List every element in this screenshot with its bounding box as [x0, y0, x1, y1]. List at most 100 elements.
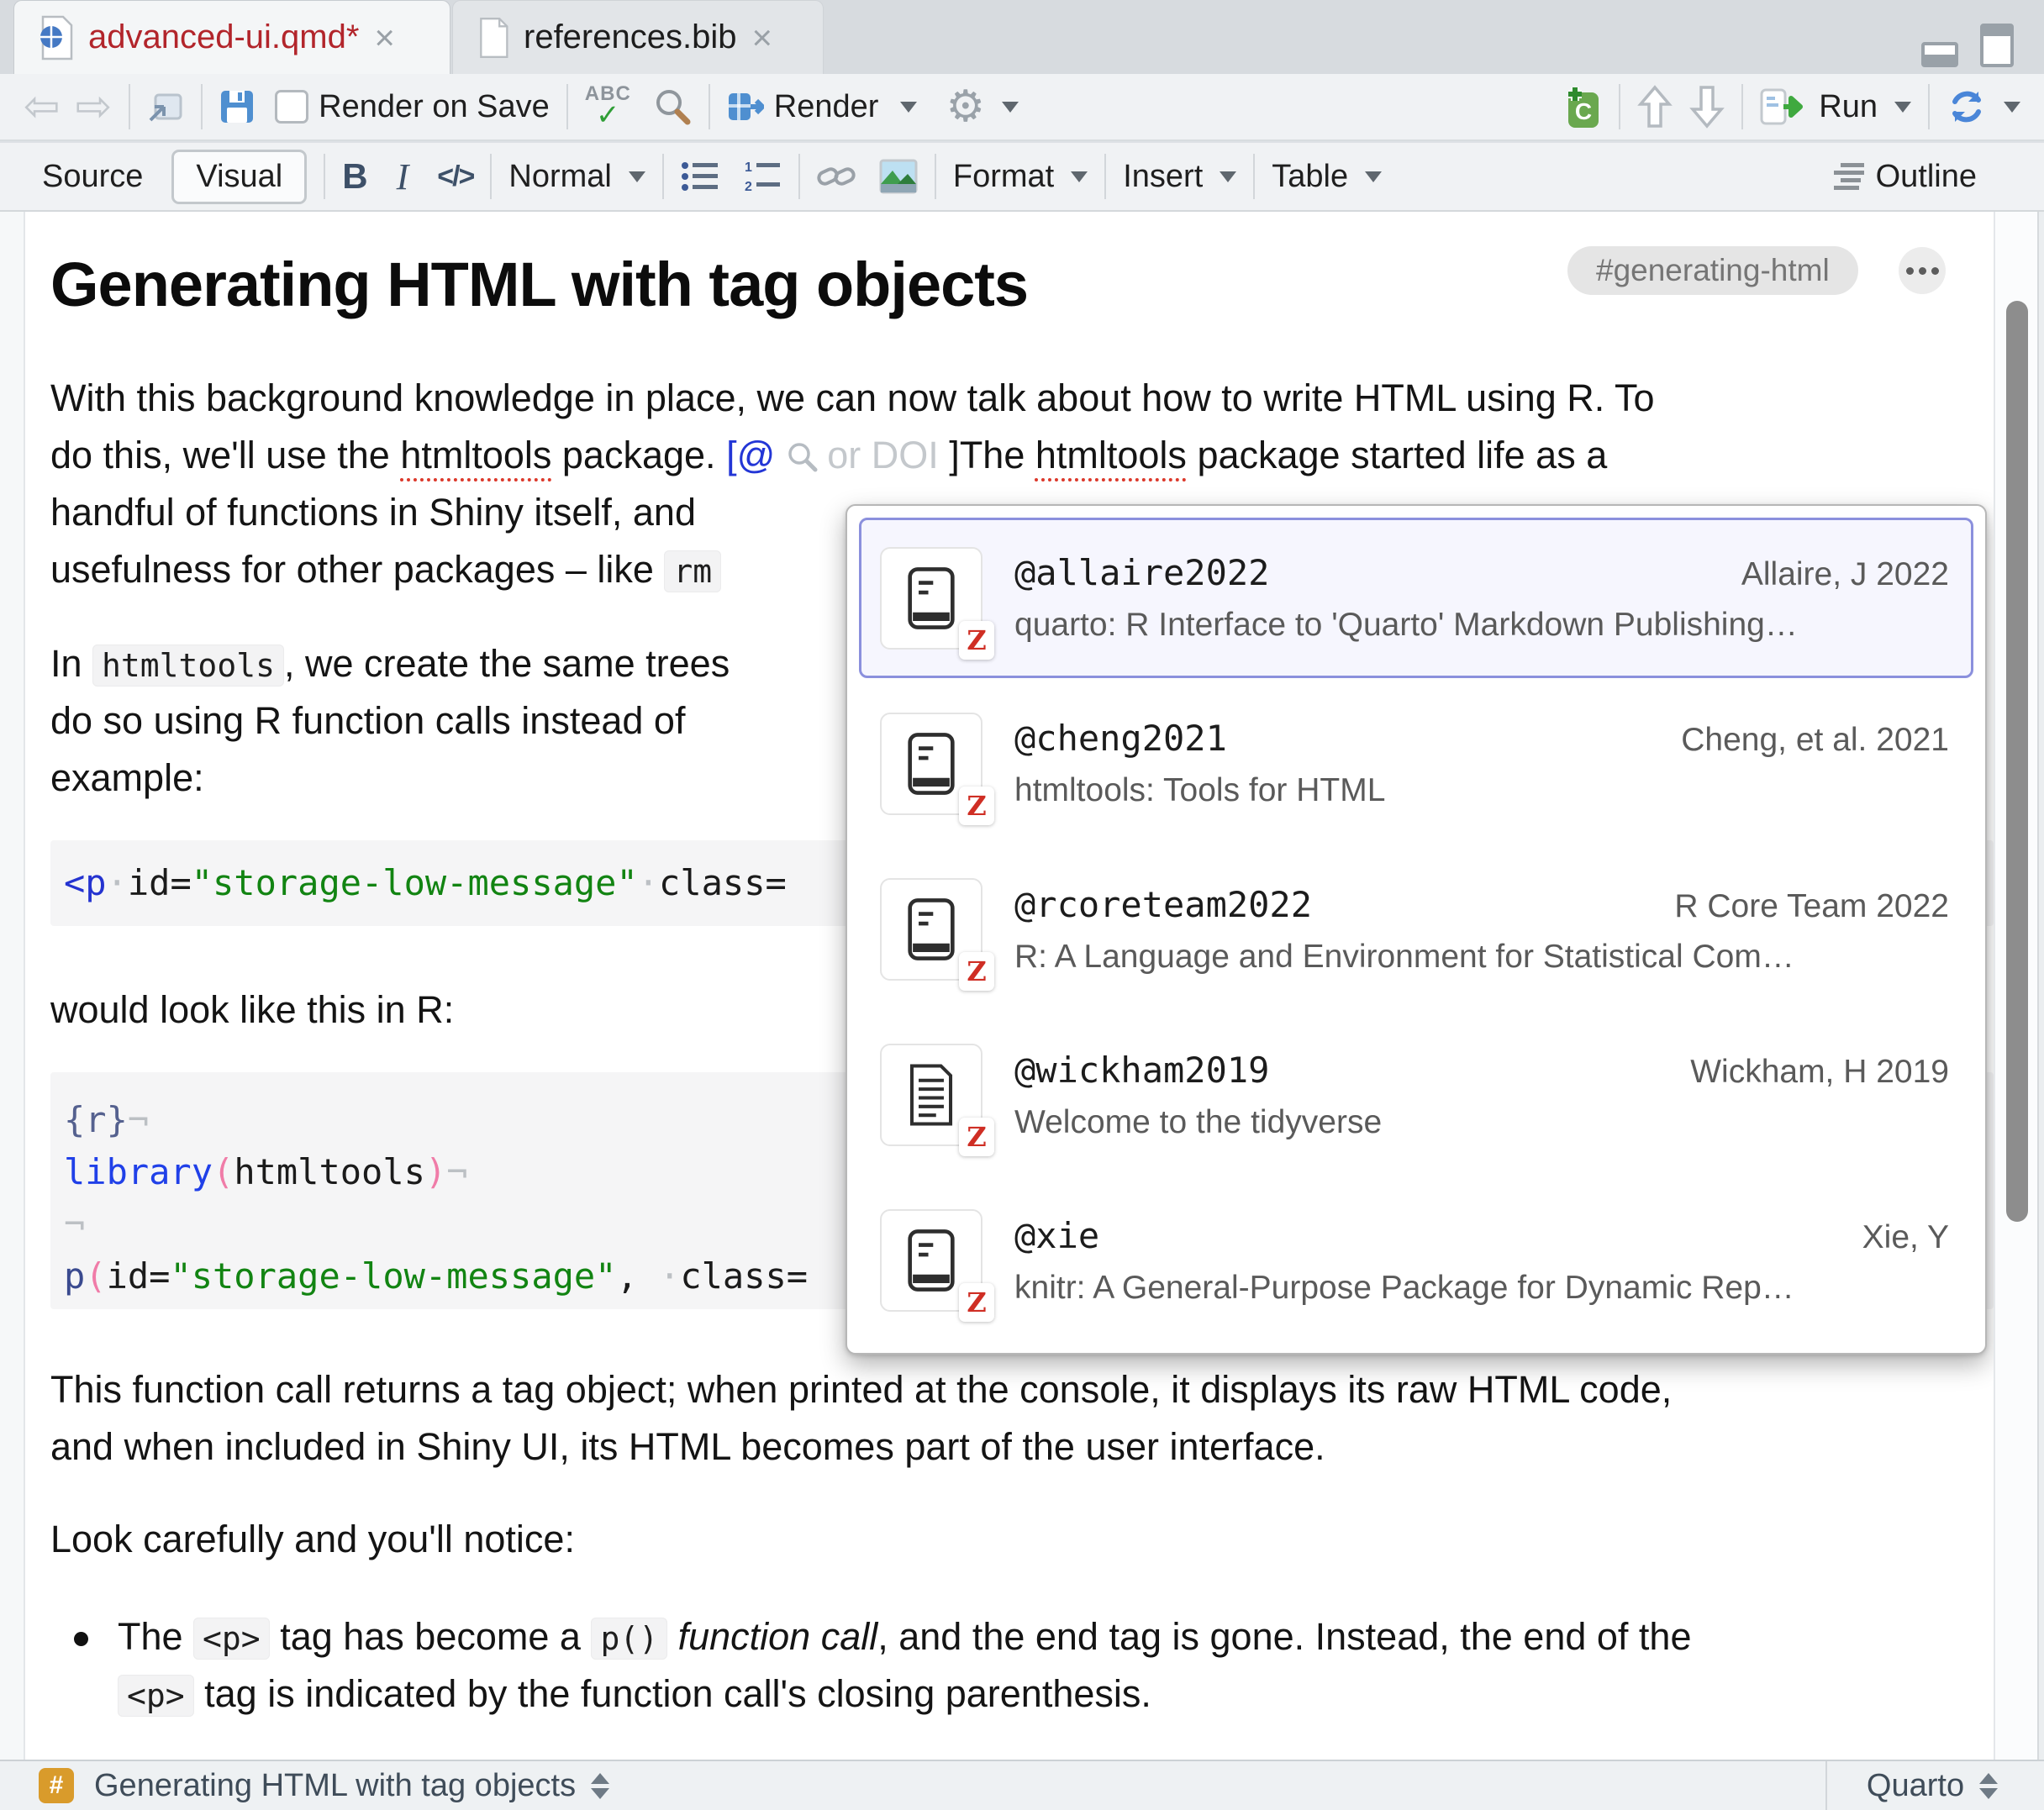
- inline-code: <p>: [118, 1675, 194, 1717]
- tab-advanced-ui-qmd[interactable]: advanced-ui.qmd* ×: [13, 0, 450, 74]
- rerun-button[interactable]: [1947, 87, 2020, 127]
- run-caret: [1894, 102, 1911, 113]
- citation-open-bracket[interactable]: [@: [726, 434, 775, 476]
- citation-author: Xie, Y: [1862, 1219, 1949, 1256]
- book-icon: Z: [880, 547, 982, 650]
- numbered-list-button[interactable]: 1 2: [743, 160, 782, 193]
- editor-canvas[interactable]: Generating HTML with tag objects #genera…: [0, 212, 2044, 1760]
- citation-key: @rcoreteam2022: [1014, 884, 1312, 925]
- editor-status-bar: # Generating HTML with tag objects Quart…: [0, 1760, 2044, 1810]
- citation-author: Allaire, J 2022: [1741, 556, 1949, 593]
- citation-entry-cheng2021[interactable]: Z @cheng2021Cheng, et al. 2021 htmltools…: [859, 683, 1973, 844]
- paragraph-line: handful of functions in Shiny itself, an…: [50, 491, 696, 534]
- section-selector-updown-icon[interactable]: [591, 1773, 609, 1799]
- tab-references-bib[interactable]: references.bib ×: [452, 0, 824, 74]
- outline-toggle[interactable]: Outline: [1832, 159, 1977, 195]
- save-button[interactable]: [219, 89, 255, 124]
- quarto-file-icon: [36, 15, 75, 61]
- open-in-new-window-button[interactable]: [147, 90, 184, 124]
- format-caret: [1071, 171, 1088, 182]
- maximize-pane-icon[interactable]: [1980, 24, 2014, 67]
- popout-window-icon: [147, 90, 184, 124]
- forward-button[interactable]: ⇨: [76, 85, 113, 129]
- inline-code: <p>: [193, 1618, 270, 1660]
- page-title: Generating HTML with tag objects: [50, 249, 1028, 320]
- save-disk-icon: [219, 89, 255, 124]
- visual-editor-toolbar: Source Visual B I </> Normal 1 2: [0, 143, 2044, 212]
- vertical-scrollbar[interactable]: [1994, 212, 2039, 1760]
- paragraph-line: In htmltools, we create the same trees: [50, 642, 730, 686]
- book-icon: Z: [880, 878, 982, 981]
- bullet-list-icon: [681, 160, 719, 193]
- settings-button[interactable]: ⚙: [946, 85, 1019, 129]
- separator: [1619, 84, 1620, 129]
- svg-text:C: C: [1575, 98, 1592, 124]
- render-on-save-checkbox[interactable]: Render on Save: [275, 89, 550, 125]
- bullet-list-button[interactable]: [681, 160, 719, 193]
- paragraph-line: This function call returns a tag object;…: [50, 1368, 1672, 1412]
- citation-author: R Core Team 2022: [1674, 888, 1949, 925]
- zotero-icon: Z: [959, 1118, 994, 1156]
- citation-title: quarto: R Interface to 'Quarto' Markdown…: [1014, 607, 1949, 644]
- misspelled-word: htmltools: [1035, 434, 1187, 476]
- down-arrow-icon: [1689, 84, 1725, 129]
- book-icon: Z: [880, 1209, 982, 1312]
- paragraph-line: and when included in Shiny UI, its HTML …: [50, 1425, 1325, 1469]
- insert-chunk-button[interactable]: C: [1558, 84, 1602, 129]
- source-mode-button[interactable]: Source: [34, 152, 151, 202]
- image-icon: [879, 159, 918, 194]
- close-icon[interactable]: ×: [750, 20, 774, 55]
- paragraph-line: Look carefully and you'll notice:: [50, 1518, 575, 1561]
- separator: [324, 154, 325, 199]
- citation-entry-xie[interactable]: Z @xieXie, Y knitr: A General-Purpose Pa…: [859, 1181, 1973, 1341]
- table-menu-label: Table: [1272, 159, 1348, 195]
- table-caret: [1365, 171, 1382, 182]
- zotero-icon: Z: [959, 1283, 994, 1322]
- current-section-label[interactable]: Generating HTML with tag objects: [94, 1768, 576, 1804]
- bold-button[interactable]: B: [342, 156, 367, 197]
- document-type-selector[interactable]: Quarto: [1825, 1761, 2037, 1810]
- paragraph-style-caret: [629, 171, 645, 182]
- find-button[interactable]: [653, 87, 692, 126]
- paragraph-style-dropdown[interactable]: Normal: [508, 159, 645, 195]
- table-menu[interactable]: Table: [1272, 159, 1382, 195]
- render-icon: [727, 90, 764, 124]
- search-icon: [653, 87, 692, 126]
- image-button[interactable]: [879, 159, 918, 194]
- paragraph-line: do this, we'll use the htmltools package…: [50, 434, 1607, 482]
- insert-menu[interactable]: Insert: [1123, 159, 1236, 195]
- close-icon[interactable]: ×: [372, 20, 397, 55]
- pane-right-edge: [2037, 212, 2044, 1810]
- italic-button[interactable]: I: [397, 155, 409, 198]
- link-button[interactable]: [817, 159, 856, 194]
- separator: [201, 84, 203, 129]
- forward-arrow-icon: ⇨: [76, 85, 113, 129]
- separator: [490, 154, 492, 199]
- heading-options-button[interactable]: [1899, 247, 1946, 294]
- inline-code: htmltools: [92, 645, 284, 687]
- separator: [1253, 154, 1255, 199]
- run-previous-chunks-button[interactable]: [1637, 84, 1673, 129]
- format-menu[interactable]: Format: [953, 159, 1088, 195]
- insert-chunk-icon: C: [1558, 84, 1602, 129]
- run-next-chunk-button[interactable]: [1689, 84, 1725, 129]
- citation-search-icon: [787, 439, 819, 482]
- visual-mode-button[interactable]: Visual: [171, 150, 307, 204]
- up-arrow-icon: [1637, 84, 1673, 129]
- separator: [1928, 84, 1930, 129]
- inline-code-button[interactable]: </>: [437, 160, 473, 193]
- book-icon: Z: [880, 713, 982, 815]
- back-button[interactable]: ⇦: [24, 85, 61, 129]
- spellcheck-button[interactable]: ABC ✓: [585, 84, 631, 129]
- render-button[interactable]: Render: [727, 89, 879, 125]
- citation-entry-wickham2019[interactable]: Z @wickham2019Wickham, H 2019 Welcome to…: [859, 1015, 1973, 1176]
- render-dropdown-caret[interactable]: [900, 102, 917, 113]
- paragraph-line: usefulness for other packages – like rm: [50, 548, 721, 592]
- minimize-pane-icon[interactable]: [1921, 42, 1958, 67]
- scrollbar-thumb[interactable]: [2006, 301, 2028, 1222]
- citation-entry-allaire2022[interactable]: Z @allaire2022Allaire, J 2022 quarto: R …: [859, 518, 1973, 678]
- citation-entry-rcoreteam2022[interactable]: Z @rcoreteam2022R Core Team 2022 R: A La…: [859, 849, 1973, 1009]
- back-arrow-icon: ⇦: [24, 85, 61, 129]
- run-button[interactable]: Run: [1760, 88, 1911, 125]
- citation-completion-popup: Z @allaire2022Allaire, J 2022 quarto: R …: [846, 504, 1987, 1355]
